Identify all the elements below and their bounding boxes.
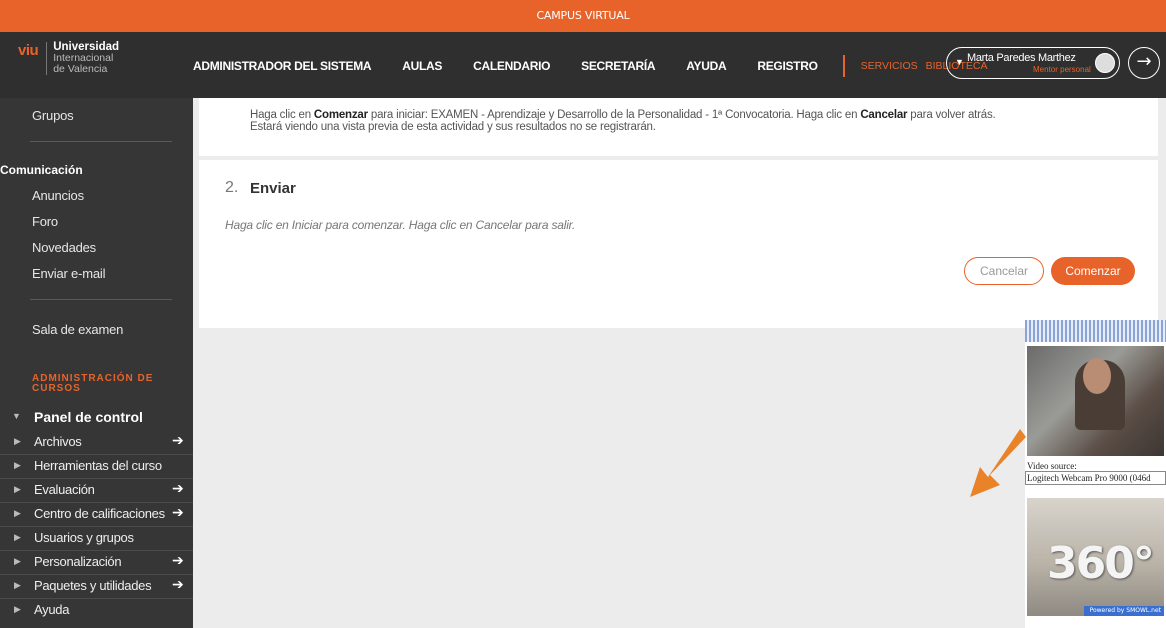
- sidebar-item-enviar-email[interactable]: Enviar e-mail: [32, 266, 105, 281]
- sidebar-item-sala-examen[interactable]: Sala de examen: [32, 322, 123, 337]
- webcam-feed: [1027, 346, 1164, 456]
- user-menu[interactable]: ▼ Marta Paredes Marthez Mentor personal: [946, 47, 1120, 79]
- logo-text: Universidad Internacional de Valencia: [46, 41, 119, 75]
- tool-usuarios[interactable]: ▶ Usuarios y grupos: [0, 527, 193, 551]
- cancel-button[interactable]: Cancelar: [964, 257, 1044, 285]
- logout-icon[interactable]: →: [1128, 47, 1160, 79]
- triangle-right-icon: ▶: [14, 604, 21, 614]
- nav-item-aulas[interactable]: AULAS: [402, 59, 442, 73]
- instr-line2: Estará viendo una vista previa de esta a…: [250, 121, 656, 133]
- main-header: viu Universidad Internacional de Valenci…: [0, 32, 1166, 98]
- overlay-360: 360°: [1047, 538, 1155, 589]
- tool-label: Herramientas del curso: [34, 458, 162, 473]
- user-role: Mentor personal: [1033, 65, 1091, 74]
- arrow-right-icon: ➔: [172, 552, 184, 568]
- tool-label: Paquetes y utilidades: [34, 578, 152, 593]
- instr-post: para volver atrás.: [907, 109, 996, 121]
- nav-item-calendario[interactable]: CALENDARIO: [473, 59, 550, 73]
- tool-label: Usuarios y grupos: [34, 530, 134, 545]
- instr-cancelar: Cancelar: [860, 109, 908, 121]
- avatar: [1095, 53, 1115, 73]
- logo-brand: viu: [18, 42, 39, 59]
- nav-item-ayuda[interactable]: AYUDA: [686, 59, 726, 73]
- tool-paquetes[interactable]: ▶ Paquetes y utilidades ➔: [0, 575, 193, 599]
- arrow-right-icon: ➔: [172, 480, 184, 496]
- triangle-right-icon: ▶: [14, 556, 21, 566]
- video-source-select[interactable]: Logitech Webcam Pro 9000 (046d: [1025, 471, 1166, 485]
- top-banner-title: CAMPUS VIRTUAL: [536, 9, 630, 22]
- nav-item-registro[interactable]: REGISTRO: [757, 59, 818, 73]
- logo-line3: de Valencia: [53, 63, 108, 75]
- sidebar-item-anuncios[interactable]: Anuncios: [32, 188, 84, 203]
- video-source-label: Video source:: [1027, 461, 1077, 471]
- university-logo[interactable]: viu Universidad Internacional de Valenci…: [18, 41, 119, 75]
- tool-label: Archivos: [34, 434, 82, 449]
- triangle-right-icon: ▶: [14, 460, 21, 470]
- section-admin-cursos: ADMINISTRACIÓN DE CURSOS: [32, 373, 154, 394]
- section-comunicacion: Comunicación: [0, 163, 83, 177]
- triangle-right-icon: ▶: [14, 436, 21, 446]
- sidebar-item-grupos[interactable]: Grupos: [32, 108, 74, 123]
- step-description: Haga clic en Iniciar para comenzar. Haga…: [225, 218, 576, 232]
- powered-by-badge: Powered by SMOWL.net: [1084, 606, 1164, 616]
- arrow-right-icon: ➔: [172, 504, 184, 520]
- user-name: Marta Paredes Marthez: [967, 52, 1076, 64]
- tool-label: Personalización: [34, 554, 122, 569]
- room-360-feed: 360° Powered by SMOWL.net: [1027, 498, 1164, 616]
- step-title: Enviar: [250, 180, 296, 197]
- tool-calificaciones[interactable]: ▶ Centro de calificaciones ➔: [0, 503, 193, 527]
- instr-pre: Haga clic en: [250, 109, 314, 121]
- divider: [30, 299, 172, 300]
- tool-herramientas[interactable]: ▶ Herramientas del curso: [0, 455, 193, 479]
- nav-item-secretaria[interactable]: SECRETARÍA: [581, 59, 655, 73]
- tool-ayuda[interactable]: ▶ Ayuda: [0, 599, 193, 623]
- nav-divider: [842, 55, 845, 77]
- arrow-right-icon: ➔: [172, 432, 184, 448]
- top-banner: CAMPUS VIRTUAL: [0, 0, 1166, 32]
- proctoring-webcam-panel: Video source: Logitech Webcam Pro 9000 (…: [1025, 320, 1166, 628]
- step-1-card: Haga clic en Comenzar para iniciar: EXAM…: [199, 98, 1158, 156]
- video-source-value: Logitech Webcam Pro 9000 (046d: [1027, 473, 1151, 483]
- step-number: 2.: [225, 179, 239, 196]
- instr-mid: para iniciar: EXAMEN - Aprendizaje y Des…: [367, 109, 861, 121]
- triangle-right-icon: ▶: [14, 508, 21, 518]
- tool-label: Evaluación: [34, 482, 95, 497]
- sidebar: Grupos Comunicación Anuncios Foro Noveda…: [0, 98, 193, 628]
- instr-comenzar: Comenzar: [313, 109, 368, 121]
- start-button[interactable]: Comenzar: [1051, 257, 1135, 285]
- triangle-right-icon: ▶: [14, 532, 21, 542]
- triangle-right-icon: ▶: [14, 580, 21, 590]
- arrow-right-icon: ➔: [172, 576, 184, 592]
- nav-item-servicios[interactable]: SERVICIOS: [861, 60, 918, 72]
- step-2-card: 2. Enviar Haga clic en Iniciar para come…: [199, 160, 1158, 328]
- tool-personalizacion[interactable]: ▶ Personalización ➔: [0, 551, 193, 575]
- chevron-down-icon: ▼: [955, 57, 964, 67]
- sidebar-item-novedades[interactable]: Novedades: [32, 240, 96, 255]
- triangle-down-icon: ▼: [12, 411, 21, 421]
- pointer-arrow-icon: [970, 429, 1026, 497]
- main-nav: ADMINISTRADOR DEL SISTEMA AULAS CALENDAR…: [193, 55, 995, 77]
- step-1-instructions: Haga clic en Comenzar para iniciar: EXAM…: [250, 109, 1110, 133]
- tool-label: Centro de calificaciones: [34, 506, 165, 521]
- panel-control-toggle[interactable]: ▼ Panel de control: [0, 409, 193, 429]
- tool-archivos[interactable]: ▶ Archivos ➔: [0, 431, 193, 455]
- divider: [30, 141, 172, 142]
- sidebar-item-foro[interactable]: Foro: [32, 214, 58, 229]
- tool-evaluacion[interactable]: ▶ Evaluación ➔: [0, 479, 193, 503]
- audio-level-bars: [1025, 320, 1166, 342]
- nav-item-admin[interactable]: ADMINISTRADOR DEL SISTEMA: [193, 59, 372, 73]
- tool-label: Ayuda: [34, 602, 70, 617]
- panel-control-label: Panel de control: [34, 409, 143, 425]
- triangle-right-icon: ▶: [14, 484, 21, 494]
- person-head: [1083, 358, 1111, 394]
